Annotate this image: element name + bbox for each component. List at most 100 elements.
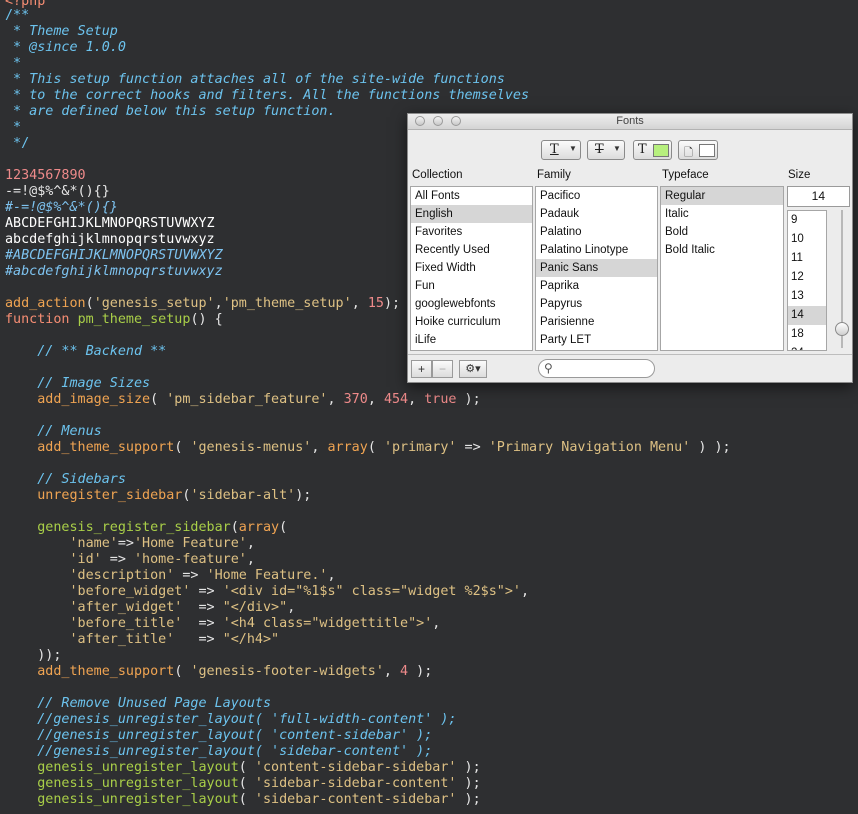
code-token: add_action — [5, 296, 86, 311]
code-token: 'after_title' — [69, 632, 175, 647]
code-token: ( — [150, 392, 167, 407]
typeface-item[interactable]: Bold — [661, 223, 783, 241]
code-token: , — [520, 584, 530, 599]
code-token: 'genesis_setup' — [93, 296, 215, 311]
code-line: #abcdefghijklmnopqrstuvwxyz — [5, 264, 223, 280]
code-token: ( — [367, 440, 384, 455]
typeface-item[interactable]: Italic — [661, 205, 783, 223]
code-token: #ABCDEFGHIJKLMNOPQRSTUVWXYZ — [5, 248, 223, 263]
code-token: 15 — [367, 296, 384, 311]
code-token: ); — [456, 776, 481, 791]
code-token: 'after_widget' — [69, 600, 183, 615]
typeface-list[interactable]: Regular Italic Bold Bold Italic — [660, 186, 784, 351]
family-item[interactable]: Palatino Linotype — [536, 241, 657, 259]
collection-item[interactable]: All Fonts — [411, 187, 532, 205]
code-token: 1234567890 — [5, 168, 86, 183]
code-token: )); — [5, 648, 62, 663]
code-token: // ** Backend ** — [5, 344, 167, 359]
code-token: 370 — [343, 392, 368, 407]
family-list[interactable]: Pacifico Padauk Palatino Palatino Linotype P… — [535, 186, 658, 351]
collection-item[interactable]: Hoike curriculum — [411, 313, 532, 331]
font-search-input[interactable]: ⚲ — [538, 359, 655, 378]
code-token: "</div>" — [222, 600, 288, 615]
code-token: , — [246, 536, 255, 551]
code-token: , — [367, 392, 384, 407]
code-line: add_theme_support( 'genesis-menus', arra… — [5, 440, 730, 456]
code-token: * — [5, 56, 22, 71]
code-token: true — [424, 392, 457, 407]
typeface-item[interactable]: Bold Italic — [661, 241, 783, 259]
collection-item[interactable]: Fun — [411, 277, 532, 295]
collection-item[interactable]: English — [411, 205, 532, 223]
size-item[interactable]: 18 — [788, 325, 826, 344]
add-collection-button[interactable]: + — [411, 360, 432, 378]
code-line: ABCDEFGHIJKLMNOPQRSTUVWXYZ — [5, 216, 215, 232]
code-line: //genesis_unregister_layout( 'sidebar-co… — [5, 744, 432, 760]
search-icon: ⚲ — [544, 361, 553, 375]
size-list[interactable]: 910111213141824 — [787, 210, 827, 351]
code-line: // Sidebars — [5, 472, 126, 488]
code-token: '<h4 class="widgettitle">' — [222, 616, 433, 631]
family-item[interactable]: Party LET — [536, 331, 657, 349]
collection-item[interactable]: Fixed Width — [411, 259, 532, 277]
code-line: // Menus — [5, 424, 102, 440]
code-token: , — [351, 296, 368, 311]
code-token: , — [311, 440, 328, 455]
code-token: ABCDEFGHIJKLMNOPQRSTUVWXYZ — [5, 216, 215, 231]
remove-collection-button[interactable]: − — [432, 360, 453, 378]
code-token: pm_theme_setup — [77, 312, 191, 327]
family-item[interactable]: Palatino — [536, 223, 657, 241]
size-slider-thumb[interactable] — [835, 322, 849, 336]
gear-icon[interactable]: ⚙▾ — [459, 360, 487, 378]
size-item[interactable]: 9 — [788, 211, 826, 230]
text-color-button[interactable]: T — [633, 140, 672, 160]
code-token: * This setup function attaches all of th… — [5, 72, 505, 87]
code-token: 'description' — [69, 568, 175, 583]
code-line: #ABCDEFGHIJKLMNOPQRSTUVWXYZ — [5, 248, 223, 264]
size-item[interactable]: 12 — [788, 268, 826, 287]
underline-button[interactable]: T ▼ — [541, 140, 581, 160]
fonts-panel-title: Fonts — [616, 115, 644, 127]
code-line: genesis_register_sidebar(array( — [5, 520, 287, 536]
strikethrough-button[interactable]: T ▼ — [587, 140, 625, 160]
code-token: //genesis_unregister_layout( 'sidebar-co… — [5, 744, 433, 759]
collection-item[interactable]: googlewebfonts — [411, 295, 532, 313]
code-token: 'primary' — [383, 440, 457, 455]
collection-item[interactable]: Favorites — [411, 223, 532, 241]
family-item[interactable]: Pacifico — [536, 187, 657, 205]
family-item[interactable]: Papyrus — [536, 295, 657, 313]
size-item[interactable]: 11 — [788, 249, 826, 268]
code-token: //genesis_unregister_layout( 'content-si… — [5, 728, 433, 743]
document-color-button[interactable]: 🗋 — [678, 140, 718, 160]
code-token: => — [117, 536, 134, 551]
code-token: , — [432, 616, 441, 631]
fonts-titlebar[interactable]: Fonts — [408, 114, 852, 130]
code-token: // Remove Unused Page Layouts — [5, 696, 272, 711]
code-line: */ — [5, 136, 29, 152]
code-token: , — [214, 296, 223, 311]
size-field[interactable]: 14 — [787, 186, 850, 207]
code-token: * Theme Setup — [5, 24, 118, 39]
collection-item[interactable]: iLife — [411, 331, 532, 349]
code-token: ); — [456, 392, 481, 407]
family-item[interactable]: Panic Sans — [536, 259, 657, 277]
typeface-item[interactable]: Regular — [661, 187, 783, 205]
code-token: 4 — [400, 664, 409, 679]
family-item[interactable]: Padauk — [536, 205, 657, 223]
size-item[interactable]: 14 — [788, 306, 826, 325]
code-token: ( — [279, 520, 288, 535]
collection-list[interactable]: All Fonts English Favorites Recently Used Fi… — [410, 186, 533, 351]
code-token: //genesis_unregister_layout( 'full-width… — [5, 712, 457, 727]
size-item[interactable]: 10 — [788, 230, 826, 249]
code-line: function pm_theme_setup() { — [5, 312, 223, 328]
code-token: => — [456, 440, 489, 455]
size-item[interactable]: 24 — [788, 344, 826, 350]
family-item[interactable]: Parisienne — [536, 313, 657, 331]
family-item[interactable]: Paprika — [536, 277, 657, 295]
collection-item[interactable]: Recently Used — [411, 241, 532, 259]
code-token: genesis_unregister_layout — [5, 792, 239, 807]
size-item[interactable]: 13 — [788, 287, 826, 306]
code-token: ); — [383, 296, 401, 311]
